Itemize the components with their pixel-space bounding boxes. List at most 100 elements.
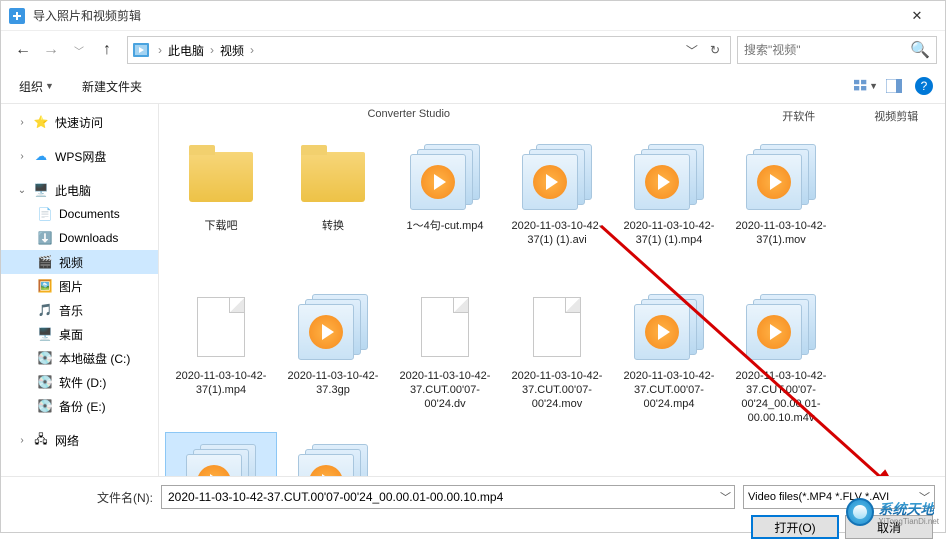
music-icon: 🎵 (37, 302, 53, 318)
titlebar: 导入照片和视频剪辑 ✕ (1, 1, 945, 31)
refresh-button[interactable]: ↻ (704, 43, 726, 57)
tree-this-pc[interactable]: ⌄🖥️此电脑 (1, 178, 158, 202)
tree-pictures[interactable]: 🖼️图片 (1, 274, 158, 298)
watermark-text: 系统天地 (878, 501, 934, 517)
video-thumb-icon (295, 439, 371, 476)
search-input[interactable] (744, 43, 910, 57)
tree-wps[interactable]: ›☁WPS网盘 (1, 144, 158, 168)
file-item[interactable]: 2020-11-03-10-42-37.CUT.00'07-00'28.avi (277, 432, 389, 476)
file-label-truncated: Converter Studio (360, 108, 458, 132)
tree-desktop[interactable]: 🖥️桌面 (1, 322, 158, 346)
file-label: 1～4句-cut.mp4 (394, 219, 496, 233)
filename-label: 文件名(N): (11, 489, 153, 506)
picture-icon: 🖼️ (37, 278, 53, 294)
file-item[interactable]: 2020-11-03-10-42-37.CUT.00'07-00'24_00.0… (725, 282, 837, 432)
view-mode-button[interactable]: ▼ (853, 75, 879, 97)
file-label: 2020-11-03-10-42-37(1).mov (730, 219, 832, 247)
file-item[interactable]: 2020-11-03-10-42-37(1) (1).avi (501, 132, 613, 282)
file-label: 2020-11-03-10-42-37.CUT.00'07-00'24.mp4 (618, 369, 720, 411)
tree-documents[interactable]: 📄Documents (1, 202, 158, 226)
close-button[interactable]: ✕ (897, 8, 937, 24)
file-list[interactable]: Converter Studio 开软件 视频剪辑 下载吧转换 1～4句-cut.… (159, 104, 945, 476)
main-area: ›⭐快速访问 ›☁WPS网盘 ⌄🖥️此电脑 📄Documents ⬇️Downl… (1, 104, 945, 476)
file-item[interactable]: 2020-11-03-10-42-37(1) (1).mp4 (613, 132, 725, 282)
watermark: 系统天地 XiTongTianDi.net (846, 498, 939, 526)
file-item[interactable]: 下载吧 (165, 132, 277, 282)
drive-icon: 💽 (37, 374, 53, 390)
forward-button[interactable]: → (37, 36, 65, 64)
video-thumb-icon (743, 289, 819, 365)
new-folder-button[interactable]: 新建文件夹 (76, 74, 148, 99)
file-item[interactable]: 2020-11-03-10-42-37.CUT.00'07-00'24.mov (501, 282, 613, 432)
recent-dropdown[interactable]: ﹀ (65, 36, 93, 64)
file-label-truncated: 视频剪辑 (848, 108, 946, 132)
file-item[interactable]: 2020-11-03-10-42-37.CUT.00'07-00'24.mp4 (613, 282, 725, 432)
back-button[interactable]: ← (9, 36, 37, 64)
file-label: 2020-11-03-10-42-37.CUT.00'07-00'24.mov (506, 369, 608, 411)
search-box[interactable]: 🔍 (737, 36, 937, 64)
file-item[interactable]: 转换 (277, 132, 389, 282)
document-icon (407, 289, 483, 365)
network-icon: 🖧 (33, 432, 49, 448)
file-label: 2020-11-03-10-42-37(1).mp4 (170, 369, 272, 397)
window-title: 导入照片和视频剪辑 (33, 7, 897, 24)
breadcrumb-separator: › (208, 43, 216, 57)
file-label: 2020-11-03-10-42-37.CUT.00'07-00'24.dv (394, 369, 496, 411)
address-dropdown[interactable]: ﹀ (680, 42, 704, 59)
video-thumb-icon (631, 139, 707, 215)
drive-icon: 💽 (37, 350, 53, 366)
up-button[interactable]: ↑ (93, 36, 121, 64)
desktop-icon: 🖥️ (37, 326, 53, 342)
document-icon (519, 289, 595, 365)
tree-soft-d[interactable]: 💽软件 (D:) (1, 370, 158, 394)
video-thumb-icon (519, 139, 595, 215)
organize-button[interactable]: 组织▼ (13, 74, 60, 99)
file-label: 2020-11-03-10-42-37(1) (1).avi (506, 219, 608, 247)
watermark-url: XiTongTianDi.net (878, 517, 939, 526)
videos-library-icon (132, 41, 150, 59)
video-thumb-icon (295, 289, 371, 365)
download-icon: ⬇️ (37, 230, 53, 246)
tree-local-c[interactable]: 💽本地磁盘 (C:) (1, 346, 158, 370)
file-label-truncated: 开软件 (750, 108, 848, 132)
watermark-logo-icon (846, 498, 874, 526)
file-item[interactable]: 2020-11-03-10-42-37.CUT.00'07-00'24.dv (389, 282, 501, 432)
tree-music[interactable]: 🎵音乐 (1, 298, 158, 322)
file-label: 下载吧 (170, 219, 272, 233)
document-icon (183, 289, 259, 365)
filename-input[interactable] (161, 485, 735, 509)
open-button[interactable]: 打开(O) (751, 515, 839, 539)
folder-icon (183, 139, 259, 215)
file-item[interactable]: 2020-11-03-10-42-37.CUT.00'07-00'24_00.0… (165, 432, 277, 476)
file-label: 2020-11-03-10-42-37(1) (1).mp4 (618, 219, 720, 247)
help-button[interactable]: ? (915, 77, 933, 95)
file-item[interactable]: 2020-11-03-10-42-37(1).mp4 (165, 282, 277, 432)
drive-icon: 💽 (37, 398, 53, 414)
pc-icon: 🖥️ (33, 182, 49, 198)
file-label: 2020-11-03-10-42-37.CUT.00'07-00'24_00.0… (730, 369, 832, 425)
search-icon[interactable]: 🔍 (910, 40, 930, 60)
video-thumb-icon (631, 289, 707, 365)
folder-icon (295, 139, 371, 215)
breadcrumb-videos[interactable]: 视频 (216, 42, 248, 59)
breadcrumb-this-pc[interactable]: 此电脑 (164, 42, 208, 59)
file-item[interactable]: 2020-11-03-10-42-37.3gp (277, 282, 389, 432)
address-bar[interactable]: › 此电脑 › 视频 › ﹀ ↻ (127, 36, 731, 64)
file-item[interactable]: 2020-11-03-10-42-37(1).mov (725, 132, 837, 282)
tree-network[interactable]: ›🖧网络 (1, 428, 158, 452)
filename-dropdown[interactable]: ﹀ (720, 489, 731, 505)
preview-pane-button[interactable] (881, 75, 907, 97)
tree-quick-access[interactable]: ›⭐快速访问 (1, 110, 158, 134)
navigation-tree[interactable]: ›⭐快速访问 ›☁WPS网盘 ⌄🖥️此电脑 📄Documents ⬇️Downl… (1, 104, 159, 476)
file-item[interactable]: 1～4句-cut.mp4 (389, 132, 501, 282)
file-label: 2020-11-03-10-42-37.3gp (282, 369, 384, 397)
bottom-bar: 文件名(N): ﹀ Video files(*.MP4 *.FLV *.AVI … (1, 476, 945, 549)
tree-videos[interactable]: 🎬视频 (1, 250, 158, 274)
tree-downloads[interactable]: ⬇️Downloads (1, 226, 158, 250)
tree-backup-e[interactable]: 💽备份 (E:) (1, 394, 158, 418)
navbar: ← → ﹀ ↑ › 此电脑 › 视频 › ﹀ ↻ 🔍 (1, 31, 945, 69)
video-icon: 🎬 (37, 254, 53, 270)
cloud-icon: ☁ (33, 148, 49, 164)
star-icon: ⭐ (33, 114, 49, 130)
file-label: 转换 (282, 219, 384, 233)
